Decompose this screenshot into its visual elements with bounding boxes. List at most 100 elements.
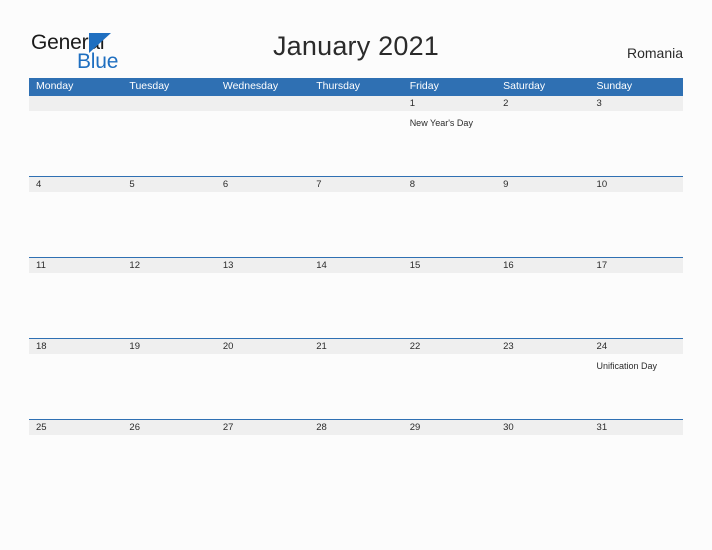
day-cell[interactable] [309, 111, 402, 176]
day-cell[interactable] [309, 354, 402, 419]
day-of-week-wednesday: Wednesday [222, 80, 279, 92]
day-cell[interactable] [216, 111, 309, 176]
day-cell[interactable] [496, 354, 589, 419]
day-cell[interactable] [29, 192, 122, 257]
calendar-grid: Monday Tuesday Wednesday Thursday Friday… [29, 78, 683, 500]
day-number[interactable]: 24 [590, 339, 683, 354]
day-cell[interactable] [403, 192, 496, 257]
page-title: January 2021 [272, 31, 440, 61]
day-cell[interactable]: Unification Day [590, 354, 683, 419]
day-number[interactable]: 7 [309, 177, 402, 192]
week-date-band: 25 26 27 28 29 30 31 [29, 420, 683, 435]
day-number[interactable]: 6 [216, 177, 309, 192]
day-cell[interactable] [496, 273, 589, 338]
day-cell[interactable] [216, 273, 309, 338]
day-number[interactable] [216, 96, 309, 111]
day-cell[interactable] [590, 435, 683, 500]
day-cell[interactable] [590, 192, 683, 257]
day-cell[interactable] [590, 273, 683, 338]
day-number[interactable]: 10 [590, 177, 683, 192]
calendar-week-row: 1 2 3 New Year's Day [29, 95, 683, 176]
day-number[interactable]: 4 [29, 177, 122, 192]
week-events-band [29, 192, 683, 257]
day-cell[interactable] [403, 435, 496, 500]
day-of-week-friday: Friday [409, 80, 439, 92]
country-label: Romania [626, 45, 683, 61]
day-cell[interactable]: New Year's Day [403, 111, 496, 176]
day-number[interactable]: 30 [496, 420, 589, 435]
day-number[interactable]: 21 [309, 339, 402, 354]
page-header: General Blue January 2021 Romania [0, 0, 712, 76]
calendar-week-row: 4 5 6 7 8 9 10 [29, 176, 683, 257]
calendar-week-row: 25 26 27 28 29 30 31 [29, 419, 683, 500]
day-number[interactable]: 17 [590, 258, 683, 273]
day-cell[interactable] [496, 435, 589, 500]
day-number[interactable]: 11 [29, 258, 122, 273]
day-cell[interactable] [216, 354, 309, 419]
day-cell[interactable] [309, 435, 402, 500]
day-cell[interactable] [496, 192, 589, 257]
day-number[interactable]: 23 [496, 339, 589, 354]
day-cell[interactable] [122, 354, 215, 419]
day-number[interactable]: 16 [496, 258, 589, 273]
day-cell[interactable] [122, 273, 215, 338]
day-number[interactable]: 28 [309, 420, 402, 435]
day-cell[interactable] [309, 273, 402, 338]
day-cell[interactable] [122, 435, 215, 500]
event-label: New Year's Day [409, 118, 473, 128]
day-cell[interactable] [122, 192, 215, 257]
week-events-band [29, 273, 683, 338]
calendar-week-row: 11 12 13 14 15 16 17 [29, 257, 683, 338]
day-cell[interactable] [216, 192, 309, 257]
calendar-week-row: 18 19 20 21 22 23 24 Unification Day [29, 338, 683, 419]
day-number[interactable]: 12 [122, 258, 215, 273]
day-cell[interactable] [29, 111, 122, 176]
day-number[interactable]: 18 [29, 339, 122, 354]
week-date-band: 18 19 20 21 22 23 24 [29, 339, 683, 354]
day-of-week-header-row: Monday Tuesday Wednesday Thursday Friday… [29, 78, 683, 95]
week-date-band: 4 5 6 7 8 9 10 [29, 177, 683, 192]
day-cell[interactable] [403, 273, 496, 338]
day-of-week-tuesday: Tuesday [129, 80, 170, 92]
calendar-page: General Blue January 2021 Romania Monday… [0, 0, 712, 550]
day-of-week-sunday: Sunday [596, 80, 633, 92]
day-number[interactable]: 31 [590, 420, 683, 435]
week-events-band [29, 435, 683, 500]
day-number[interactable]: 2 [496, 96, 589, 111]
day-of-week-monday: Monday [36, 80, 74, 92]
day-number[interactable]: 25 [29, 420, 122, 435]
day-cell[interactable] [29, 354, 122, 419]
week-date-band: 11 12 13 14 15 16 17 [29, 258, 683, 273]
day-cell[interactable] [29, 435, 122, 500]
day-number[interactable]: 26 [122, 420, 215, 435]
day-cell[interactable] [496, 111, 589, 176]
day-number[interactable] [309, 96, 402, 111]
day-number[interactable]: 27 [216, 420, 309, 435]
day-number[interactable]: 8 [403, 177, 496, 192]
day-cell[interactable] [122, 111, 215, 176]
day-number[interactable]: 9 [496, 177, 589, 192]
day-number[interactable]: 22 [403, 339, 496, 354]
day-number[interactable]: 5 [122, 177, 215, 192]
day-number[interactable]: 14 [309, 258, 402, 273]
week-events-band: Unification Day [29, 354, 683, 419]
week-date-band: 1 2 3 [29, 96, 683, 111]
day-number[interactable] [122, 96, 215, 111]
day-cell[interactable] [309, 192, 402, 257]
day-number[interactable] [29, 96, 122, 111]
day-number[interactable]: 19 [122, 339, 215, 354]
event-label: Unification Day [596, 361, 658, 371]
day-of-week-thursday: Thursday [316, 80, 361, 92]
week-events-band: New Year's Day [29, 111, 683, 176]
day-number[interactable]: 29 [403, 420, 496, 435]
day-number[interactable]: 3 [590, 96, 683, 111]
day-of-week-saturday: Saturday [503, 80, 546, 92]
day-number[interactable]: 20 [216, 339, 309, 354]
day-cell[interactable] [29, 273, 122, 338]
day-number[interactable]: 13 [216, 258, 309, 273]
day-cell[interactable] [216, 435, 309, 500]
day-cell[interactable] [590, 111, 683, 176]
day-cell[interactable] [403, 354, 496, 419]
day-number[interactable]: 1 [403, 96, 496, 111]
day-number[interactable]: 15 [403, 258, 496, 273]
